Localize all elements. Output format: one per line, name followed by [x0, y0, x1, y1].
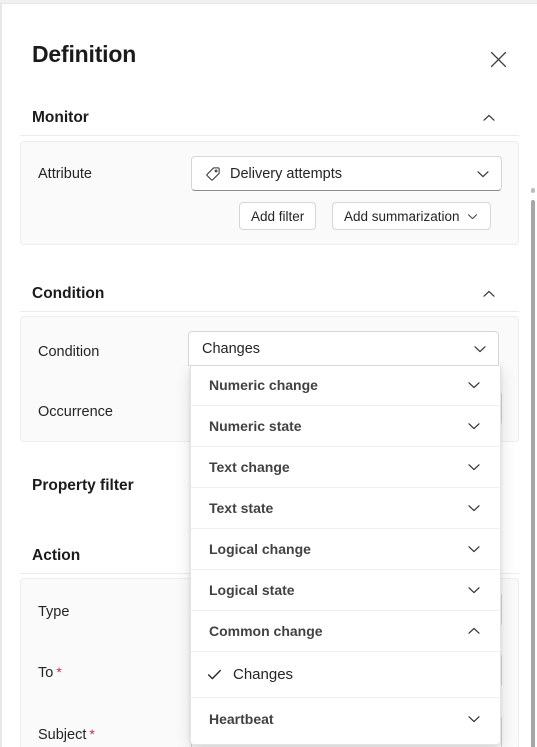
section-header-monitor[interactable]: Monitor [32, 101, 497, 135]
page-title: Definition [32, 41, 137, 67]
attribute-label: Attribute [38, 166, 92, 182]
section-title-action: Action [32, 547, 81, 564]
dropdown-item-label: Logical state [209, 582, 295, 598]
condition-label: Condition [38, 344, 100, 360]
dropdown-item-label: Numeric state [209, 418, 302, 434]
subject-label: Subject * [38, 726, 95, 743]
dropdown-group-logical-change[interactable]: Logical change [191, 529, 500, 570]
chevron-up-icon [481, 286, 497, 302]
monitor-card: Attribute Delivery attempts Add filter A… [20, 141, 519, 245]
chevron-down-icon[interactable] [466, 377, 482, 393]
add-filter-button[interactable]: Add filter [239, 202, 317, 230]
section-title-monitor: Monitor [32, 109, 89, 126]
condition-value: Changes [202, 340, 261, 357]
chevron-down-icon [466, 210, 479, 223]
condition-dropdown-list[interactable]: Numeric change Numeric state Text change… [190, 365, 501, 745]
occurrence-label: Occurrence [38, 404, 113, 420]
chevron-down-icon[interactable] [466, 541, 482, 557]
dropdown-item-label: Text change [209, 459, 290, 475]
dropdown-item-label: Text state [209, 500, 274, 516]
add-summarization-label: Add summarization [344, 208, 460, 224]
type-label: Type [38, 604, 70, 620]
chevron-down-icon[interactable] [466, 500, 482, 516]
dropdown-item-label: Numeric change [209, 377, 318, 393]
panel-scrollbar-track[interactable] [528, 100, 537, 747]
panel-header: Definition [2, 5, 527, 77]
add-filter-label: Add filter [251, 208, 305, 224]
dropdown-item-label: Logical change [209, 541, 311, 557]
chevron-down-icon[interactable] [466, 711, 482, 727]
panel-scrollbar-thumb[interactable] [531, 200, 535, 747]
chevron-down-icon [472, 341, 488, 357]
dropdown-option-label: Changes [233, 666, 294, 683]
to-label: To * [38, 664, 62, 681]
chevron-down-icon[interactable] [466, 459, 482, 475]
dropdown-group-numeric-state[interactable]: Numeric state [191, 406, 500, 447]
dropdown-group-common-change[interactable]: Common change [191, 611, 500, 652]
attribute-select[interactable]: Delivery attempts [191, 156, 502, 191]
section-title-condition: Condition [32, 285, 105, 302]
dropdown-item-label: Common change [209, 623, 323, 639]
divider-condition [20, 311, 519, 312]
chevron-up-icon [481, 110, 497, 126]
chevron-down-icon[interactable] [466, 582, 482, 598]
chevron-down-icon[interactable] [466, 418, 482, 434]
scrollbar-tick [531, 188, 535, 193]
window-top-strip [0, 0, 537, 4]
dropdown-item-label: Heartbeat [209, 710, 274, 727]
required-marker: * [89, 726, 95, 742]
dropdown-group-text-change[interactable]: Text change [191, 447, 500, 488]
required-marker: * [56, 664, 62, 680]
dropdown-group-numeric-change[interactable]: Numeric change [191, 365, 500, 406]
dropdown-group-logical-state[interactable]: Logical state [191, 570, 500, 611]
add-summarization-button[interactable]: Add summarization [332, 202, 491, 230]
attribute-value: Delivery attempts [230, 165, 343, 182]
dropdown-group-heartbeat[interactable]: Heartbeat [191, 698, 500, 739]
tag-icon [205, 166, 221, 182]
dropdown-group-text-state[interactable]: Text state [191, 488, 500, 529]
close-icon [489, 50, 508, 69]
dropdown-option-changes[interactable]: Changes [191, 652, 500, 698]
chevron-down-icon [475, 166, 491, 182]
section-header-condition[interactable]: Condition [32, 277, 497, 311]
chevron-up-icon[interactable] [466, 623, 482, 639]
definition-panel: Definition Monitor Attribute Delivery at… [2, 5, 537, 747]
condition-select[interactable]: Changes [188, 331, 499, 366]
close-button[interactable] [482, 43, 514, 75]
section-title-property-filter: Property filter [32, 477, 134, 494]
divider-monitor [20, 135, 519, 136]
check-icon [206, 666, 223, 683]
definition-panel-window: Definition Monitor Attribute Delivery at… [0, 0, 537, 747]
